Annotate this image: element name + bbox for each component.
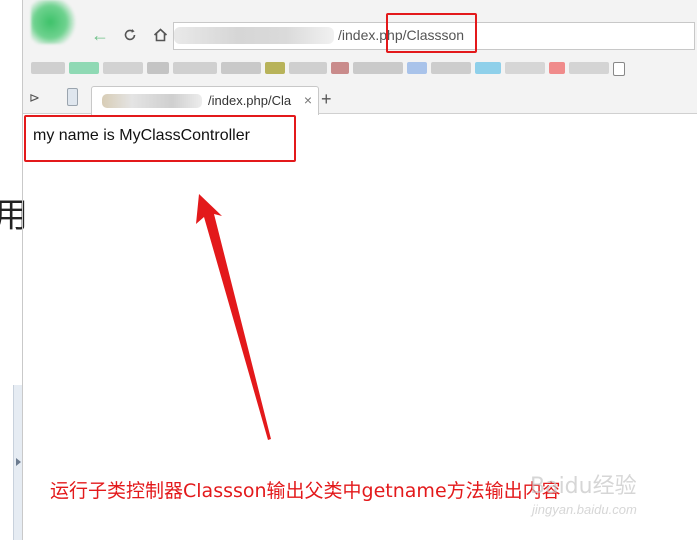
annotation-caption: 运行子类控制器Classson输出父类中getname方法输出内容 — [50, 480, 561, 502]
annotation-arrow — [196, 194, 271, 440]
watermark: Baidu经验 jingyan.baidu.com — [520, 468, 670, 528]
watermark-url: jingyan.baidu.com — [532, 502, 637, 517]
watermark-logo-text: Baidu经验 — [530, 474, 637, 499]
